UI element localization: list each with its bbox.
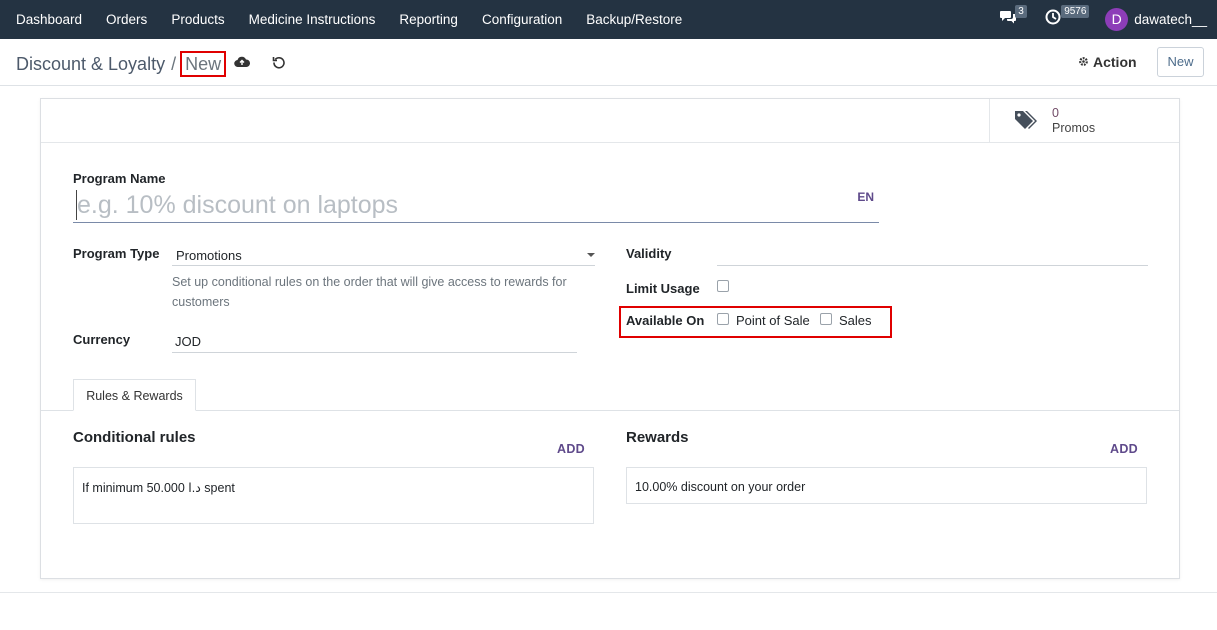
nav-reporting[interactable]: Reporting — [387, 0, 470, 39]
currency-value: JOD — [175, 334, 201, 349]
tab-divider — [41, 410, 1179, 411]
form-sheet: 0 Promos Program Name e.g. 10% discount … — [40, 98, 1180, 579]
nav-configuration[interactable]: Configuration — [470, 0, 574, 39]
validity-date-input[interactable] — [717, 265, 1148, 266]
nav-orders[interactable]: Orders — [94, 0, 159, 39]
sales-checkbox[interactable] — [820, 313, 832, 325]
currency-label: Currency — [73, 332, 131, 347]
tags-icon — [1014, 109, 1040, 133]
promos-label: Promos — [1052, 121, 1096, 135]
sales-label[interactable]: Sales — [839, 313, 872, 328]
nav-backup-restore[interactable]: Backup/Restore — [574, 0, 694, 39]
add-reward-button[interactable]: ADD — [1110, 442, 1138, 456]
program-name-input[interactable]: e.g. 10% discount on laptops EN — [73, 187, 879, 223]
program-type-value: Promotions — [176, 248, 242, 263]
validity-label: Validity — [626, 246, 672, 261]
action-menu-button[interactable]: Action — [1078, 54, 1137, 70]
promos-count: 0 — [1052, 106, 1059, 120]
breadcrumb-current: New — [180, 51, 227, 77]
program-type-label: Program Type — [73, 246, 160, 261]
point-of-sale-checkbox[interactable] — [717, 313, 729, 325]
chevron-down-icon — [587, 253, 595, 257]
available-on-label: Available On — [626, 313, 705, 328]
point-of-sale-label[interactable]: Point of Sale — [736, 313, 810, 328]
reward-item[interactable]: 10.00% discount on your order — [635, 480, 805, 494]
activities-button[interactable]: 9576 — [1045, 5, 1090, 30]
tab-rules-rewards[interactable]: Rules & Rewards — [73, 379, 196, 411]
activities-count-badge: 9576 — [1061, 5, 1090, 18]
rule-item[interactable]: If minimum 50.000 د.ا spent — [82, 480, 235, 495]
breadcrumb-separator: / — [171, 53, 177, 74]
nav-medicine-instructions[interactable]: Medicine Instructions — [237, 0, 388, 39]
program-type-help: Set up conditional rules on the order th… — [172, 275, 567, 309]
program-name-placeholder: e.g. 10% discount on laptops — [77, 191, 399, 219]
rewards-title: Rewards — [626, 429, 689, 446]
nav-products[interactable]: Products — [159, 0, 236, 39]
nav-dashboard[interactable]: Dashboard — [0, 0, 94, 39]
action-label: Action — [1093, 54, 1137, 70]
messages-count-badge: 3 — [1015, 5, 1027, 18]
save-cloud-icon[interactable] — [234, 54, 250, 70]
rewards-list: 10.00% discount on your order — [626, 467, 1147, 504]
limit-usage-label: Limit Usage — [626, 281, 700, 296]
top-navbar: Dashboard Orders Products Medicine Instr… — [0, 0, 1217, 39]
smart-button-box: 0 Promos — [41, 99, 1179, 143]
program-name-label: Program Name — [73, 171, 166, 186]
program-type-underline — [172, 265, 595, 266]
breadcrumb-parent[interactable]: Discount & Loyalty — [16, 54, 165, 75]
conditional-rules-list: If minimum 50.000 د.ا spent — [73, 467, 594, 524]
user-avatar[interactable]: D — [1105, 8, 1129, 31]
page-bottom-divider — [0, 592, 1217, 593]
user-menu[interactable]: dawatech__ — [1134, 12, 1207, 27]
messages-button[interactable]: 3 — [999, 5, 1027, 30]
limit-usage-checkbox[interactable] — [717, 280, 729, 292]
clock-icon — [1045, 9, 1061, 30]
discard-undo-icon[interactable] — [271, 54, 287, 70]
currency-underline — [172, 352, 577, 353]
control-panel: Discount & Loyalty / New Action New — [0, 39, 1217, 86]
new-record-button[interactable]: New — [1157, 47, 1204, 77]
promos-smart-button[interactable]: 0 Promos — [989, 99, 1179, 143]
add-rule-button[interactable]: ADD — [557, 442, 585, 456]
translate-language-button[interactable]: EN — [857, 190, 874, 204]
breadcrumb: Discount & Loyalty / New — [16, 51, 227, 77]
gear-icon — [1078, 54, 1093, 70]
conditional-rules-title: Conditional rules — [73, 429, 196, 446]
